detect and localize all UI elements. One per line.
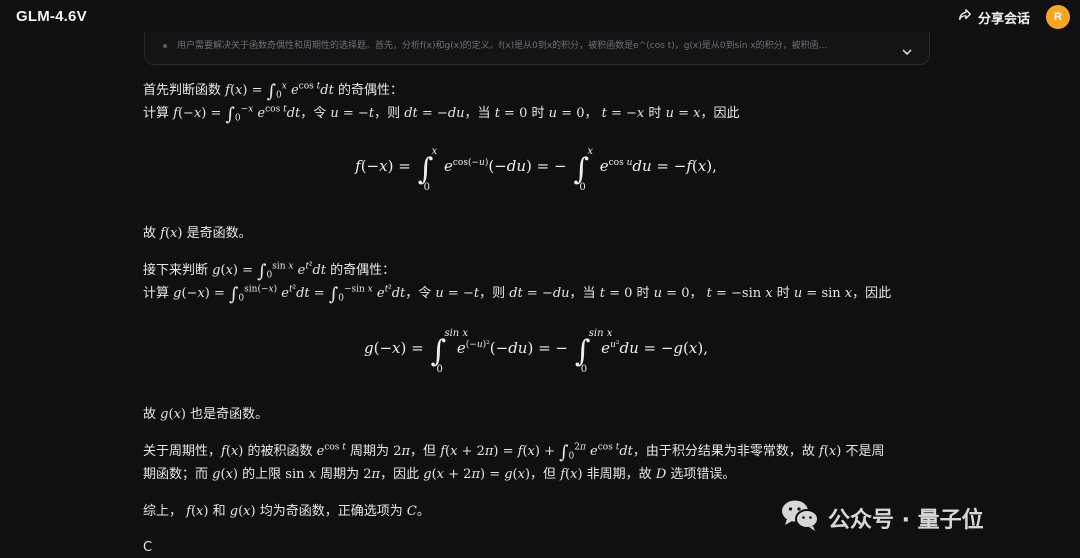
answer-line: 故 f(x) 是奇函数。: [143, 226, 252, 241]
bullet-dot: [163, 44, 167, 48]
app-title: GLM-4.6V: [16, 8, 87, 25]
answer-line: 综上， f(x) 和 g(x) 均为奇函数，正确选项为 C。: [143, 504, 430, 519]
avatar[interactable]: R: [1046, 5, 1070, 29]
top-bar: GLM-4.6V 分享会话 R: [0, 0, 1080, 34]
answer-line: 计算 g(−x) = ∫0sin(−x) et²dt = ∫0−sin x et…: [143, 284, 892, 305]
wechat-icon: [780, 498, 820, 538]
share-session-button[interactable]: 分享会话: [958, 7, 1030, 27]
answer-line: 接下来判断 g(x) = ∫0sin x et²dt 的奇偶性：: [143, 261, 396, 282]
answer-line: 计算 f(−x) = ∫0−x ecos tdt，令 u = −t，则 dt =…: [143, 104, 740, 125]
answer-line: 期函数；而 g(x) 的上限 sin x 周期为 2π，因此 g(x + 2π)…: [143, 467, 736, 482]
share-session-label: 分享会话: [978, 11, 1031, 27]
thinking-summary-text: 用户需要解决关于函数奇偶性和周期性的选择题。首先，分析f(x)和g(x)的定义。…: [177, 41, 828, 51]
share-icon: [958, 8, 972, 26]
answer-line: 首先判断函数 f(x) = ∫0x ecos tdt 的奇偶性：: [143, 81, 403, 102]
answer-line: 故 g(x) 也是奇函数。: [143, 407, 269, 422]
watermark-text: 公众号 · 量子位: [828, 508, 984, 533]
equation-f-odd: f(−x) = ∫ x 0 ecos(−u)(−du) = − ∫ x 0 ecos u…: [355, 146, 717, 193]
answer-line: 关于周期性，f(x) 的被积函数 ecos t 周期为 2π，但 f(x + 2…: [143, 442, 885, 463]
equation-g-odd: g(−x) = ∫ sin x0 e(−u)²(−du) = − ∫ sin x0 …: [364, 328, 708, 375]
thinking-summary-panel[interactable]: 用户需要解决关于函数奇偶性和周期性的选择题。首先，分析f(x)和g(x)的定义。…: [144, 32, 930, 65]
watermark: 公众号 · 量子位: [780, 498, 984, 538]
final-answer: C: [143, 540, 153, 555]
chevron-down-icon[interactable]: [901, 42, 913, 61]
